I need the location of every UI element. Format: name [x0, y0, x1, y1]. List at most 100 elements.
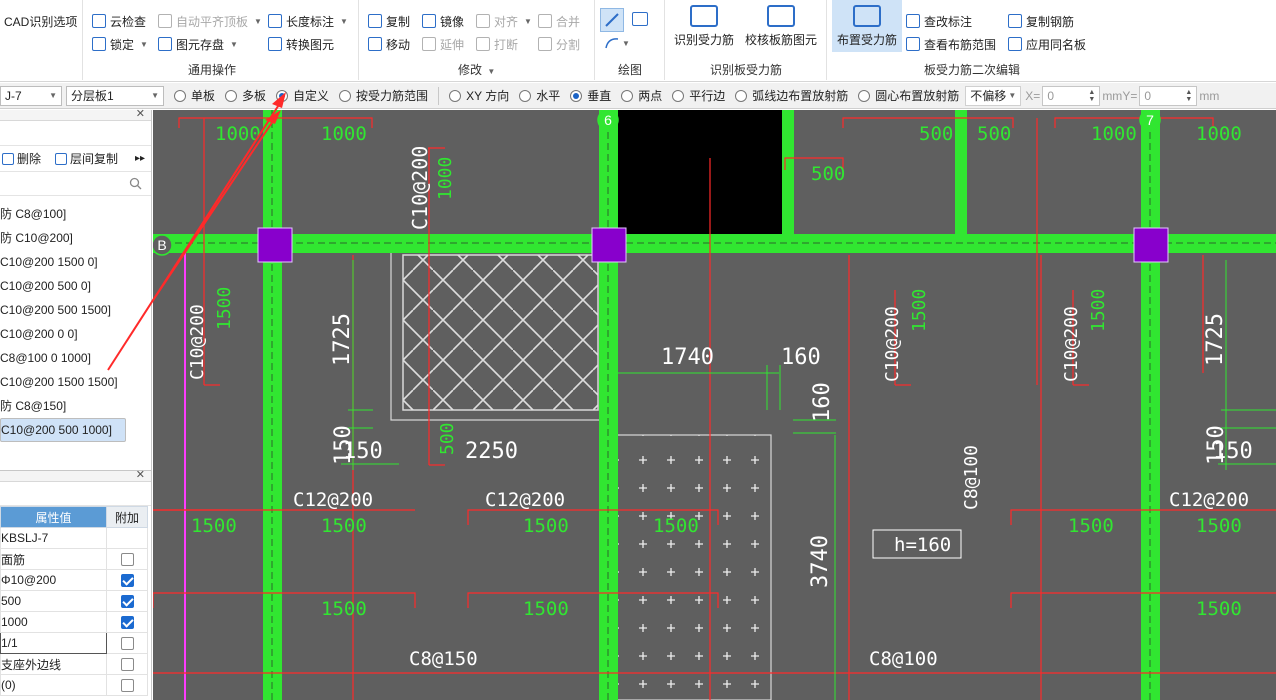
list-item[interactable]: C10@200 1500 0]: [0, 250, 151, 274]
list-item[interactable]: 防 C10@200]: [0, 226, 151, 250]
prop-value[interactable]: 支座外边线: [0, 653, 107, 675]
checkbox[interactable]: [120, 679, 134, 693]
radio-single-board[interactable]: 单板: [174, 87, 215, 104]
checkbox-checked[interactable]: [120, 616, 134, 630]
list-item[interactable]: 防 C8@150]: [0, 394, 151, 418]
apply-same-icon: [1008, 37, 1022, 51]
auto-align-top-button[interactable]: 自动平齐顶板 ▼: [158, 12, 262, 30]
prop-value[interactable]: 500: [0, 590, 107, 612]
extend-button[interactable]: 延伸: [422, 35, 464, 53]
dim-label: 1500: [523, 598, 569, 620]
break-button[interactable]: 打断: [476, 35, 518, 53]
list-item[interactable]: C8@100 0 1000]: [0, 346, 151, 370]
offset-select[interactable]: 不偏移 ▼: [965, 85, 1022, 106]
prop-value[interactable]: (0): [0, 674, 107, 696]
check-mark-button[interactable]: 查改标注: [906, 12, 972, 30]
table-row: Φ10@200: [0, 569, 148, 591]
radio-horizontal[interactable]: 水平: [519, 87, 560, 104]
lock-button[interactable]: 锁定 ▼: [92, 35, 148, 53]
split-button[interactable]: 分割: [538, 35, 580, 53]
draw-rectangle-button[interactable]: [632, 12, 648, 26]
prop-value[interactable]: KBSLJ-7: [0, 527, 107, 549]
dim-label: 1500: [1196, 515, 1242, 537]
align-button[interactable]: 对齐 ▼: [476, 12, 532, 30]
view-range-button[interactable]: 查看布筋范围: [906, 35, 996, 53]
radio-parallel-edge[interactable]: 平行边: [672, 87, 725, 104]
group-label-modify: 修改 ▼: [458, 61, 495, 78]
save-figure-button[interactable]: 图元存盘 ▼: [158, 35, 238, 53]
convert-figure-button[interactable]: 转换图元: [268, 35, 334, 53]
dim-label: 500: [977, 123, 1011, 145]
close-icon[interactable]: ✕: [136, 468, 145, 481]
checkbox-checked[interactable]: [120, 595, 134, 609]
cloud-check-button[interactable]: 云检查: [92, 12, 146, 30]
radio-custom[interactable]: 自定义: [276, 87, 329, 104]
drawing-canvas[interactable]: B 6 7 1000 1000 500 500 1000 1000 500 C1…: [153, 110, 1276, 700]
list-item[interactable]: C10@200 500 0]: [0, 274, 151, 298]
dim-label: 1500: [1196, 598, 1242, 620]
dim-label: 1500: [1088, 289, 1109, 332]
radio-xy-direction[interactable]: XY 方向: [449, 87, 509, 104]
layer-select[interactable]: 分层板1 ▼: [66, 85, 164, 106]
radio-label: 单板: [191, 89, 216, 103]
checkbox[interactable]: [120, 658, 134, 672]
svg-text:▼: ▼: [622, 39, 630, 48]
more-icon[interactable]: ▸▸: [135, 153, 145, 164]
radio-arc-edge[interactable]: 弧线边布置放射筋: [735, 87, 848, 104]
layout-rebar-button[interactable]: 布置受力筋: [832, 0, 902, 52]
column[interactable]: [257, 227, 293, 263]
prop-value[interactable]: 1000: [0, 611, 107, 633]
radio-multi-board[interactable]: 多板: [225, 87, 266, 104]
copy-button[interactable]: 复制: [368, 12, 410, 30]
radio-icon: [672, 89, 685, 102]
radio-vertical[interactable]: 垂直: [570, 87, 611, 104]
search-input[interactable]: [0, 172, 151, 196]
column[interactable]: [591, 227, 627, 263]
radio-by-rebar-range[interactable]: 按受力筋范围: [339, 87, 428, 104]
move-button[interactable]: 移动: [368, 35, 410, 53]
radio-two-points[interactable]: 两点: [621, 87, 662, 104]
cad-options-button[interactable]: CAD识别选项: [4, 12, 77, 30]
draw-line-button[interactable]: [600, 8, 624, 32]
radio-circle-center[interactable]: 圆心布置放射筋: [858, 87, 959, 104]
list-item-selected[interactable]: C10@200 500 1000]: [0, 418, 126, 442]
property-table: 属性值 附加 KBSLJ-7 面筋 Φ10@200 500 1000 1/1 支…: [0, 506, 148, 696]
list-item[interactable]: 防 C8@100]: [0, 202, 151, 226]
list-item[interactable]: C10@200 500 1500]: [0, 298, 151, 322]
draw-arc-button[interactable]: ▼: [604, 36, 630, 50]
table-row: (0): [0, 674, 148, 696]
checkbox-checked[interactable]: [120, 574, 134, 588]
list-item[interactable]: C10@200 1500 1500]: [0, 370, 151, 394]
checkbox[interactable]: [120, 637, 134, 651]
copy-between-floors-button[interactable]: 层间复制: [55, 150, 118, 167]
rebar-label: C8@150: [409, 648, 478, 670]
dim-label: 160: [810, 382, 835, 422]
y-input[interactable]: 0 ▲ ▼: [1139, 85, 1198, 106]
x-input[interactable]: 0 ▲ ▼: [1042, 85, 1101, 106]
apply-same-board-button[interactable]: 应用同名板: [1008, 35, 1086, 53]
lock-icon: [92, 37, 106, 51]
prop-value-editing[interactable]: 1/1: [0, 632, 107, 654]
rebar-label: C10@200: [408, 146, 432, 230]
copy-rebar-button[interactable]: 复制钢筋: [1008, 12, 1074, 30]
verify-rebar-button[interactable]: 校核板筋图元: [742, 0, 820, 52]
column[interactable]: [1133, 227, 1169, 263]
chevron-down-icon: ▼: [230, 39, 238, 49]
delete-button[interactable]: 删除: [2, 150, 41, 167]
group-separator: [594, 0, 595, 80]
prop-value[interactable]: Φ10@200: [0, 569, 107, 591]
identify-rebar-button[interactable]: 识别受力筋: [668, 0, 740, 52]
length-dimension-button[interactable]: 长度标注 ▼: [268, 12, 348, 30]
member-select[interactable]: J-7 ▼: [0, 85, 62, 106]
mirror-button[interactable]: 镜像: [422, 12, 464, 30]
prop-value[interactable]: 面筋: [0, 548, 107, 570]
dim-label: 1740: [661, 345, 714, 370]
list-item[interactable]: C10@200 0 0]: [0, 322, 151, 346]
radio-label: 多板: [242, 89, 267, 103]
rebar-label: C8@100: [961, 445, 982, 510]
rebar-label: C12@200: [485, 489, 565, 511]
close-icon[interactable]: ✕: [136, 107, 145, 120]
merge-button[interactable]: 合并: [538, 12, 580, 30]
group-label-draw: 绘图: [618, 63, 643, 77]
checkbox[interactable]: [120, 553, 134, 567]
